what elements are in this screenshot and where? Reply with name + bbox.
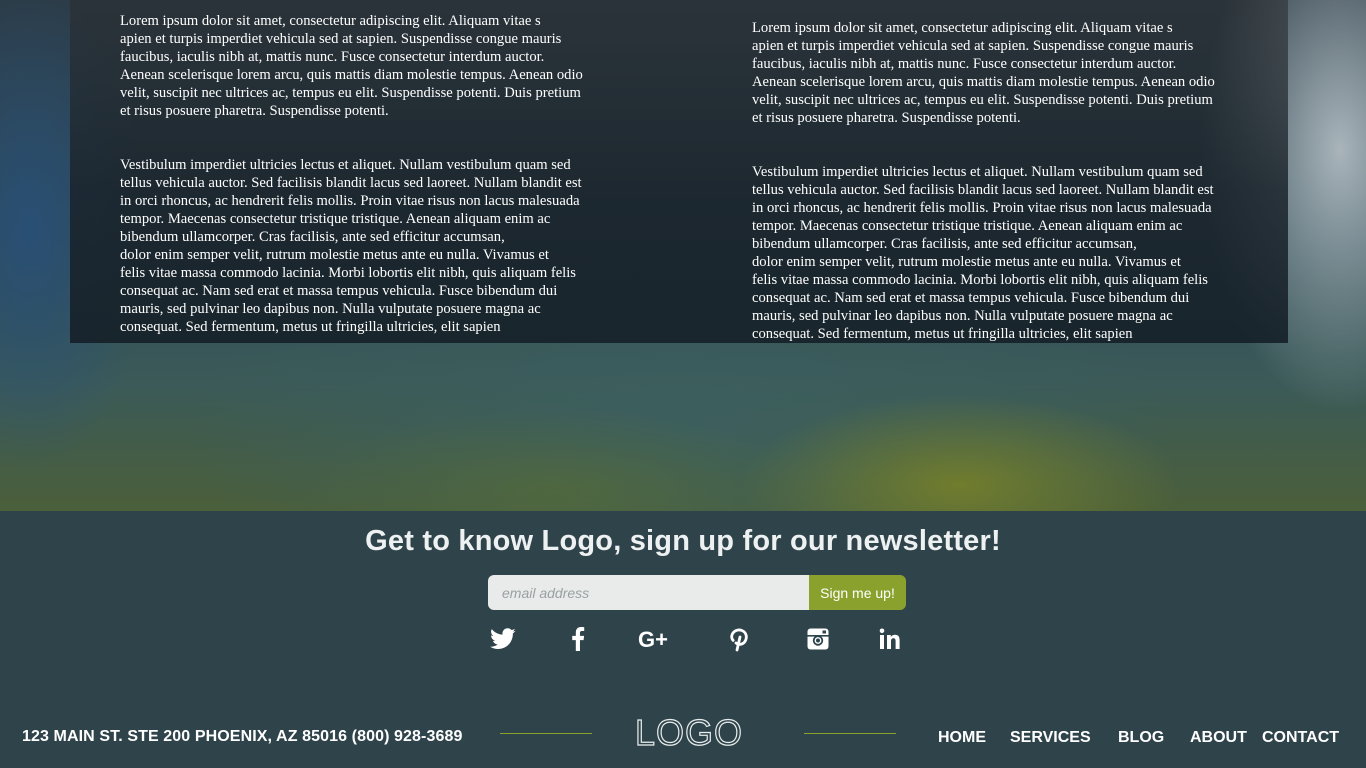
- nav-services[interactable]: SERVICES: [1010, 729, 1091, 747]
- footer-logo[interactable]: LOGO: [634, 711, 762, 753]
- instagram-icon[interactable]: [798, 623, 838, 655]
- twitter-icon[interactable]: [483, 623, 523, 655]
- divider-right: [804, 733, 896, 734]
- logo-text: LOGO: [635, 714, 743, 748]
- divider-left: [500, 733, 592, 734]
- nav-about[interactable]: ABOUT: [1190, 729, 1247, 747]
- nav-home[interactable]: HOME: [938, 729, 986, 747]
- pinterest-icon[interactable]: [719, 623, 759, 655]
- article-column-right: Lorem ipsum dolor sit amet, consectetur …: [752, 1, 1252, 379]
- email-input[interactable]: [488, 575, 809, 610]
- linkedin-icon[interactable]: [870, 623, 910, 655]
- newsletter-title: Get to know Logo, sign up for our newsle…: [365, 525, 1001, 557]
- article-paragraph: Lorem ipsum dolor sit amet, consectetur …: [120, 13, 583, 119]
- facebook-icon[interactable]: [558, 623, 598, 655]
- nav-contact[interactable]: CONTACT: [1262, 729, 1339, 747]
- sign-up-button[interactable]: Sign me up!: [809, 575, 906, 610]
- article-paragraph: Vestibulum imperdiet ultricies lectus et…: [120, 157, 582, 335]
- article-column-left: Lorem ipsum dolor sit amet, consectetur …: [120, 0, 620, 372]
- google-plus-icon[interactable]: G+: [637, 623, 677, 655]
- footer-address: 123 MAIN ST. STE 200 PHOENIX, AZ 85016 (…: [22, 728, 463, 745]
- article-paragraph: Lorem ipsum dolor sit amet, consectetur …: [752, 20, 1215, 126]
- article-paragraph: Vestibulum imperdiet ultricies lectus et…: [752, 164, 1214, 342]
- nav-blog[interactable]: BLOG: [1118, 729, 1164, 747]
- svg-text:G+: G+: [638, 627, 668, 651]
- newsletter-signup-form: Sign me up!: [488, 575, 906, 610]
- newsletter-footer: Get to know Logo, sign up for our newsle…: [0, 511, 1366, 768]
